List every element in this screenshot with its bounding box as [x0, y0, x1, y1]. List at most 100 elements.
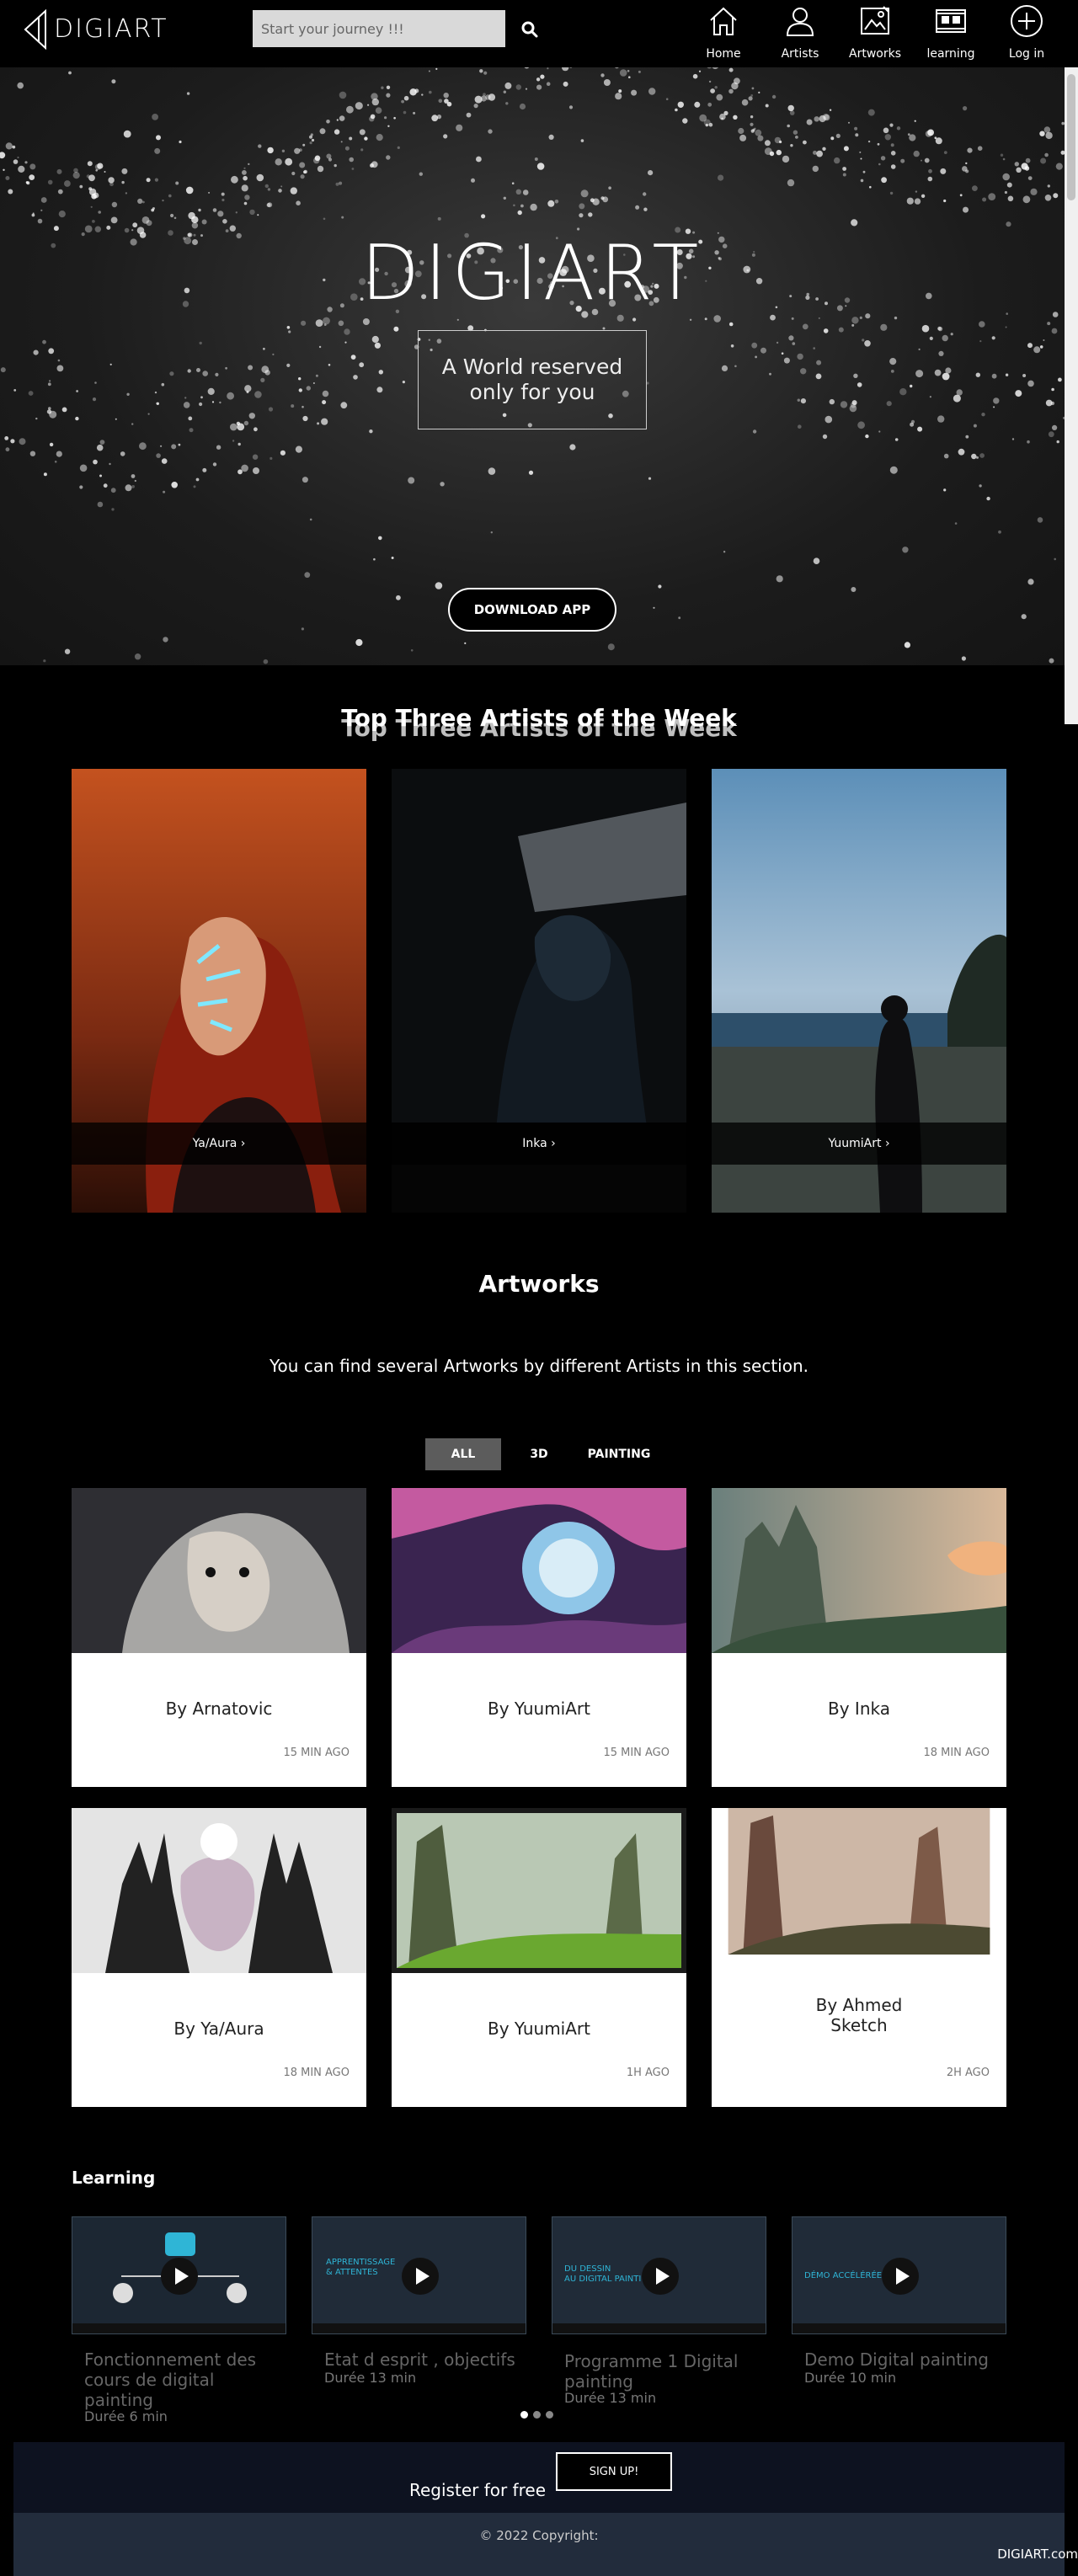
- hero-particle: [513, 204, 515, 207]
- search-input[interactable]: [253, 10, 505, 47]
- artwork-card[interactable]: By Inka 18 MIN AGO: [712, 1488, 1006, 1787]
- hero-particle: [675, 108, 678, 112]
- hero-particle: [857, 421, 865, 429]
- video-caption[interactable]: Etat d esprit , objectifs: [324, 2349, 539, 2370]
- sign-up-button[interactable]: SIGN UP!: [556, 2452, 672, 2491]
- artist-card-ya-aura[interactable]: Ya/Aura ›: [72, 769, 366, 1213]
- artist-name-tag[interactable]: YuumiArt ›: [712, 1123, 1006, 1165]
- nav-artists[interactable]: Artists: [766, 2, 834, 61]
- hero-particle: [554, 200, 559, 204]
- hero-particle: [536, 163, 545, 170]
- hero-particle: [1055, 163, 1063, 170]
- play-icon[interactable]: [400, 2256, 440, 2296]
- hero-particle: [429, 90, 432, 94]
- hero-particle: [131, 474, 136, 478]
- hero-particle: [943, 199, 947, 203]
- download-app-button[interactable]: DOWNLOAD APP: [448, 588, 616, 632]
- video-thumb-text: APPRENTISSAGE & ATTENTES: [326, 2258, 396, 2277]
- video-caption[interactable]: Fonctionnement des cours de digital pain…: [84, 2349, 299, 2410]
- footer-brand-link[interactable]: DIGIART.com: [997, 2547, 1078, 2562]
- hero-particle: [13, 159, 19, 164]
- carousel-dot[interactable]: [533, 2411, 541, 2419]
- hero-particle: [270, 456, 273, 460]
- artwork-card[interactable]: By YuumiArt 15 MIN AGO: [392, 1488, 686, 1787]
- filter-painting[interactable]: PAINTING: [581, 1438, 657, 1470]
- hero-particle: [1021, 614, 1027, 620]
- hero-particle: [243, 201, 248, 205]
- artwork-author-line2: Sketch: [830, 2015, 888, 2035]
- hero-particle: [235, 211, 237, 214]
- carousel-dot[interactable]: [520, 2411, 528, 2419]
- hero-particle: [707, 102, 712, 107]
- video-caption[interactable]: Demo Digital painting: [804, 2349, 1019, 2370]
- play-icon[interactable]: [640, 2256, 680, 2296]
- hero-particle: [677, 101, 684, 108]
- hero-particle: [843, 146, 849, 152]
- artwork-card[interactable]: By YuumiArt 1H AGO: [392, 1808, 686, 2107]
- hero-particle: [215, 372, 219, 376]
- hero-particle: [723, 551, 726, 553]
- hero-particle: [937, 326, 943, 332]
- hero-particle: [61, 407, 67, 413]
- hero-particle: [648, 88, 656, 95]
- hero-particle: [264, 184, 269, 189]
- artist-name-tag[interactable]: Inka ›: [392, 1123, 686, 1165]
- hero-particle: [929, 336, 933, 340]
- hero-particle: [263, 347, 265, 350]
- nav-artworks[interactable]: Artworks: [841, 2, 909, 61]
- hero-particle: [321, 418, 328, 425]
- hero-particle: [111, 79, 116, 84]
- video-caption[interactable]: Programme 1 Digital painting: [564, 2351, 779, 2392]
- hero-particle: [733, 115, 738, 120]
- play-icon[interactable]: [159, 2256, 200, 2296]
- top-artists-title: Top Three Artists of the Week: [341, 704, 737, 732]
- hero-particle: [109, 462, 111, 466]
- hero-particle: [792, 342, 796, 345]
- video-thumbnail[interactable]: DÉMO ACCÉLÉRÉE: [792, 2216, 1006, 2334]
- hero-particle: [857, 382, 862, 387]
- artwork-card[interactable]: By Ahmed Sketch 2H AGO: [712, 1808, 1006, 2107]
- video-thumbnail[interactable]: APPRENTISSAGE & ATTENTES: [312, 2216, 526, 2334]
- video-thumbnail[interactable]: DU DESSIN AU DIGITAL PAINTI: [552, 2216, 766, 2334]
- hero-particle: [263, 659, 269, 664]
- hero-particle: [87, 161, 93, 167]
- artist-name-tag[interactable]: Ya/Aura ›: [72, 1123, 366, 1165]
- hero-particle: [193, 485, 196, 488]
- hero-particle: [109, 363, 112, 365]
- hero-particle: [851, 219, 858, 227]
- video-thumbnail[interactable]: [72, 2216, 286, 2334]
- hero-particle: [757, 135, 764, 141]
- hero-particle: [881, 177, 887, 184]
- artist-card-yuumiart[interactable]: YuumiArt ›: [712, 769, 1006, 1213]
- nav-home[interactable]: Home: [690, 2, 757, 61]
- hero-particle: [198, 208, 201, 212]
- hero-particle: [302, 415, 308, 422]
- artwork-card[interactable]: By Ya/Aura 18 MIN AGO: [72, 1808, 366, 2107]
- filter-all[interactable]: ALL: [425, 1438, 501, 1470]
- artwork-author: By Ya/Aura: [173, 2019, 264, 2039]
- hero-particle: [156, 453, 161, 458]
- filter-3d[interactable]: 3D: [514, 1438, 564, 1470]
- hero-particle: [835, 133, 841, 138]
- nav-learning[interactable]: learning: [917, 2, 985, 61]
- artist-card-inka[interactable]: Inka ›: [392, 769, 686, 1213]
- artwork-time: 15 MIN AGO: [603, 1747, 670, 1759]
- hero-particle: [954, 522, 958, 525]
- brand-logo[interactable]: DIGIART: [22, 3, 168, 54]
- nav-learning-label: learning: [926, 47, 975, 61]
- play-icon[interactable]: [880, 2256, 921, 2296]
- carousel-dot[interactable]: [546, 2411, 553, 2419]
- hero-particle: [536, 84, 542, 90]
- scrollbar-thumb[interactable]: [1067, 74, 1075, 200]
- nav-login[interactable]: Log in: [993, 2, 1060, 61]
- hero-particle: [175, 181, 179, 185]
- hero-particle: [373, 557, 376, 561]
- hero-particle: [1016, 167, 1022, 173]
- hero-particle: [0, 152, 6, 159]
- hero-particle: [278, 189, 282, 193]
- hero-particle: [812, 165, 819, 173]
- artwork-card[interactable]: By Arnatovic 15 MIN AGO: [72, 1488, 366, 1787]
- hero-particle: [1002, 157, 1006, 161]
- hero-particle: [267, 147, 274, 154]
- search-icon[interactable]: [520, 20, 539, 39]
